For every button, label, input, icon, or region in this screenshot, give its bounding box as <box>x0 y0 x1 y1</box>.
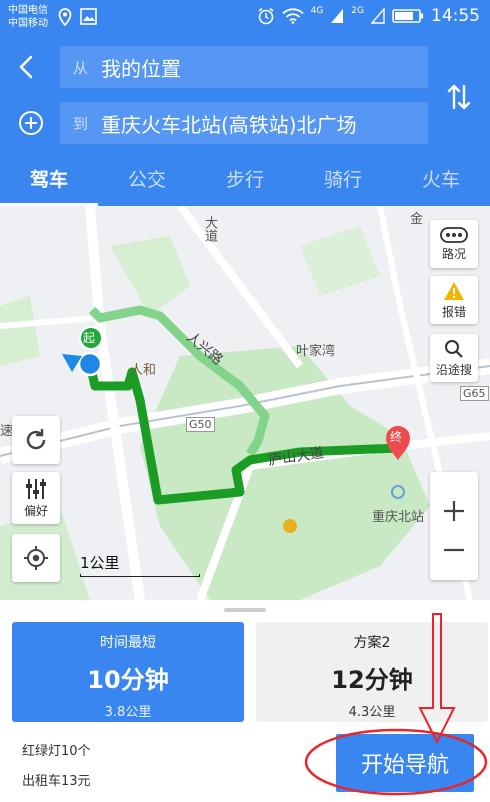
zoom-in-icon[interactable] <box>442 499 466 523</box>
plan-1-distance: 3.8公里 <box>104 705 152 720</box>
tab-drive[interactable]: 驾车 <box>0 156 98 206</box>
add-waypoint-icon[interactable] <box>18 110 44 136</box>
plan-card-1[interactable]: 时间最短 10分钟 3.8公里 <box>12 622 244 722</box>
route-header: 从 我的位置 到 重庆火车北站(高铁站)北广场 <box>0 36 490 156</box>
plan-card-2[interactable]: 方案2 12分钟 4.3公里 <box>256 622 488 722</box>
origin-text: 我的位置 <box>101 56 181 81</box>
destination-text: 重庆火车北站(高铁站)北广场 <box>101 112 357 137</box>
alarm-icon <box>258 7 274 25</box>
plan-2-distance: 4.3公里 <box>348 705 396 720</box>
plan-1-duration: 10分钟 <box>87 666 169 694</box>
taxi-fare-info: 出租车13元 <box>22 774 91 789</box>
sliders-icon <box>26 478 46 499</box>
traffic-label: 路况 <box>441 246 466 261</box>
destination-prefix: 到 <box>73 114 89 133</box>
traffic-lights-info: 红绿灯10个 <box>22 744 91 759</box>
label-renhe: 人和 <box>130 363 157 378</box>
map-canvas <box>0 206 490 600</box>
location-icon <box>58 8 72 26</box>
refresh-button[interactable] <box>12 416 60 464</box>
label-g50: G50 <box>186 417 215 432</box>
search-icon <box>445 339 463 358</box>
plan-2-duration: 12分钟 <box>331 666 413 694</box>
label-chongqing-north: 重庆北站 <box>372 510 425 525</box>
back-icon[interactable] <box>14 54 40 80</box>
search-along-button[interactable]: 沿途搜 <box>430 334 478 382</box>
tab-train[interactable]: 火车 <box>392 156 490 206</box>
label-jin: 金 <box>410 212 424 227</box>
locate-button[interactable] <box>12 534 60 582</box>
warning-icon <box>444 281 464 300</box>
drag-handle[interactable] <box>224 608 266 612</box>
tab-walk[interactable]: 步行 <box>196 156 294 206</box>
locate-icon <box>24 546 48 570</box>
zoom-out-icon[interactable] <box>442 547 466 553</box>
label-yejiawan: 叶家湾 <box>296 344 336 359</box>
carrier-1: 中国电信 <box>8 5 48 16</box>
carriers: 中国电信 中国移动 <box>8 4 48 30</box>
start-navigation-button[interactable]: 开始导航 <box>336 734 474 792</box>
origin-field[interactable]: 从 我的位置 <box>60 46 428 88</box>
start-label: 起 <box>83 331 96 345</box>
clock: 14:55 <box>431 6 480 26</box>
signal-icon-1 <box>331 9 344 23</box>
end-label: 终 <box>390 430 403 444</box>
map-view[interactable]: 起 终 人和 叶家湾 G50 G65 人兴路 庐山大道 重庆北站 大道 金 速 … <box>0 206 490 600</box>
preference-button[interactable]: 偏好 <box>12 472 60 524</box>
network-type-2: 2G <box>351 6 364 16</box>
zoom-controls <box>430 472 478 580</box>
swap-icon[interactable] <box>446 82 472 112</box>
destination-field[interactable]: 到 重庆火车北站(高铁站)北广场 <box>60 102 428 144</box>
report-error-button[interactable]: 报错 <box>430 276 478 324</box>
traffic-button[interactable]: 路况 <box>430 220 478 268</box>
signal-icon-2 <box>371 8 385 24</box>
status-icons-left <box>58 8 97 26</box>
network-type-1: 4G <box>310 6 324 16</box>
refresh-icon <box>26 429 46 450</box>
tab-bike[interactable]: 骑行 <box>294 156 392 206</box>
wifi-icon <box>281 8 304 24</box>
label-g65: G65 <box>460 386 489 401</box>
scale-bar <box>80 574 200 577</box>
tab-bus[interactable]: 公交 <box>98 156 196 206</box>
label-da-dao: 大道 <box>202 216 217 242</box>
image-icon <box>80 8 97 25</box>
carrier-2: 中国移动 <box>8 18 48 29</box>
preference-label: 偏好 <box>23 503 48 518</box>
battery-icon <box>392 9 423 23</box>
transport-tabs: 驾车 公交 步行 骑行 火车 <box>0 156 490 206</box>
plan-2-title: 方案2 <box>353 635 391 651</box>
traffic-icon <box>440 226 468 243</box>
status-icons-right: 4G 2G 14:55 <box>257 6 480 26</box>
report-error-label: 报错 <box>441 304 466 319</box>
status-bar: 中国电信 中国移动 4G 2G 14:55 <box>0 0 490 36</box>
plan-1-title: 时间最短 <box>100 635 156 651</box>
origin-prefix: 从 <box>73 58 89 77</box>
search-along-label: 沿途搜 <box>435 362 472 377</box>
scale-label: 1公里 <box>80 554 120 572</box>
